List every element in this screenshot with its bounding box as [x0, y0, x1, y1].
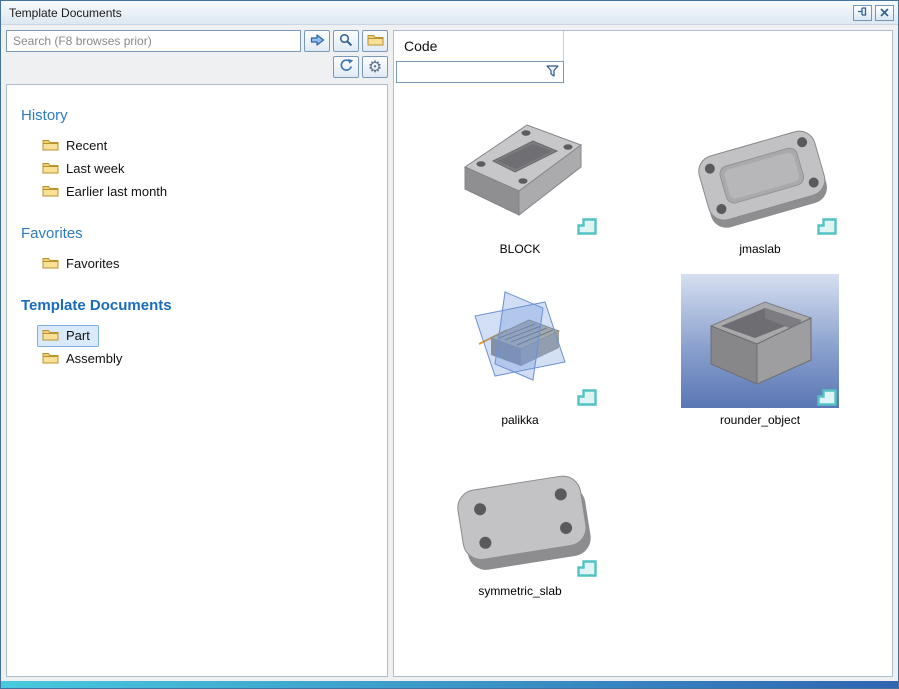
template-documents-panel: Template Documents — [0, 0, 899, 689]
tree-item-label: Assembly — [66, 351, 122, 366]
template-item-palikka[interactable]: palikka — [400, 274, 640, 427]
template-thumbnail-jmaslab — [681, 103, 839, 237]
titlebar: Template Documents — [1, 1, 898, 25]
part-badge-icon — [577, 560, 597, 577]
template-grid: BLOCK — [394, 103, 892, 598]
part-badge-icon — [817, 389, 837, 406]
magnifier-icon — [339, 33, 353, 50]
pin-button[interactable] — [853, 5, 872, 21]
search-row — [6, 30, 388, 52]
left-pane: ⚙ History Recent Last week — [6, 30, 388, 677]
tree-items-favorites: Favorites — [37, 252, 377, 275]
browse-folder-button[interactable] — [362, 30, 388, 52]
refresh-icon — [339, 58, 354, 76]
pin-icon — [857, 5, 868, 20]
tree-item-earlier-last-month[interactable]: Earlier last month — [37, 180, 377, 203]
tree-items-template-documents: Part Assembly — [37, 324, 377, 370]
tree-item-assembly[interactable]: Assembly — [37, 347, 377, 370]
template-item-label: palikka — [501, 413, 538, 427]
tree-item-last-week[interactable]: Last week — [37, 157, 377, 180]
template-thumbnail-symmetric-slab — [441, 445, 599, 579]
template-thumbnail-palikka — [441, 274, 599, 408]
folder-icon — [42, 161, 59, 177]
document-list-pane: Code — [393, 30, 893, 677]
folder-icon — [42, 138, 59, 154]
code-filter-input[interactable] — [397, 62, 541, 82]
column-header-label: Code — [404, 38, 437, 54]
template-item-label: jmaslab — [739, 242, 780, 256]
column-header-code[interactable]: Code — [394, 31, 564, 61]
filter-row — [396, 61, 892, 83]
close-icon — [880, 5, 889, 20]
template-thumbnail-block — [441, 103, 599, 237]
template-item-label: symmetric_slab — [478, 584, 561, 598]
search-input[interactable] — [6, 30, 301, 52]
funnel-icon — [546, 65, 559, 80]
folder-icon — [42, 351, 59, 367]
tree-item-recent[interactable]: Recent — [37, 134, 377, 157]
template-item-label: BLOCK — [500, 242, 541, 256]
filter-box — [396, 61, 564, 83]
part-badge-icon — [577, 389, 597, 406]
template-item-jmaslab[interactable]: jmaslab — [640, 103, 880, 256]
tree-item-part[interactable]: Part — [37, 324, 377, 347]
tree-item-label: Recent — [66, 138, 107, 153]
refresh-button[interactable] — [333, 56, 359, 78]
tree-item-favorites[interactable]: Favorites — [37, 252, 377, 275]
part-badge-icon — [577, 218, 597, 235]
go-arrow-icon — [310, 33, 325, 50]
search-button[interactable] — [333, 30, 359, 52]
folder-icon — [42, 256, 59, 272]
bottom-edge-strip — [1, 681, 898, 688]
template-item-rounder-object[interactable]: rounder_object — [640, 274, 880, 427]
template-item-block[interactable]: BLOCK — [400, 103, 640, 256]
tree-item-label: Last week — [66, 161, 125, 176]
folder-icon — [42, 328, 59, 344]
template-thumbnail-rounder-object — [681, 274, 839, 408]
close-button[interactable] — [875, 5, 894, 21]
tree-section-favorites[interactable]: Favorites — [21, 225, 377, 242]
tools-row: ⚙ — [6, 56, 388, 78]
folder-tree: History Recent Last week — [6, 84, 388, 677]
tree-items-history: Recent Last week Earlier last month — [37, 134, 377, 203]
part-badge-icon — [817, 218, 837, 235]
settings-button[interactable]: ⚙ — [362, 56, 388, 78]
gear-icon: ⚙ — [368, 59, 382, 75]
tree-section-template-documents[interactable]: Template Documents — [21, 297, 377, 314]
go-button[interactable] — [304, 30, 330, 52]
tree-item-label: Earlier last month — [66, 184, 167, 199]
filter-button[interactable] — [541, 62, 563, 82]
list-header: Code — [394, 31, 892, 61]
tree-item-label: Part — [66, 328, 90, 343]
template-item-symmetric-slab[interactable]: symmetric_slab — [400, 445, 640, 598]
panel-content: ⚙ History Recent Last week — [1, 25, 898, 681]
template-item-label: rounder_object — [720, 413, 800, 427]
folder-icon — [367, 33, 384, 49]
folder-icon — [42, 184, 59, 200]
tree-item-label: Favorites — [66, 256, 119, 271]
tree-section-history[interactable]: History — [21, 107, 377, 124]
panel-title: Template Documents — [9, 6, 850, 20]
